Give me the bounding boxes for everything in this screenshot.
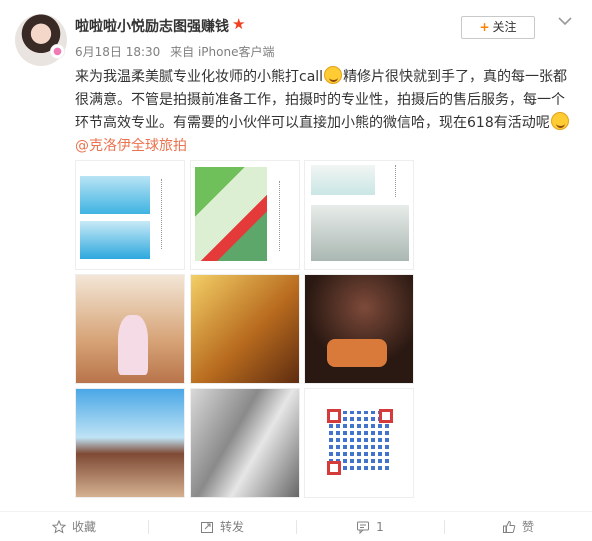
chevron-down-icon[interactable] [556, 14, 574, 28]
post-source: 来自 iPhone客户端 [170, 45, 275, 59]
post-text: 来为我温柔美腻专业化妆师的小熊打call 精修片很快就到手了，真的每一张都很满意。… [75, 66, 575, 135]
star-outline-icon [51, 519, 66, 534]
post-date[interactable]: 6月18日 18:30 [75, 45, 160, 59]
thumbs-up-icon [502, 520, 516, 533]
favorite-button[interactable]: 收藏 [0, 512, 148, 541]
smirk-emoji-icon [324, 66, 343, 84]
photo-thumbnail-8[interactable] [190, 388, 300, 498]
follow-label: 关注 [492, 20, 517, 34]
photo-thumbnail-6[interactable] [304, 274, 414, 384]
vip-star-icon[interactable]: ★ [232, 16, 248, 32]
plus-icon: + [479, 20, 490, 34]
like-button[interactable]: 赞 [444, 512, 592, 541]
photo-thumbnail-4[interactable] [75, 274, 185, 384]
post-meta: 6月18日 18:30 来自 iPhone客户端 [75, 43, 280, 60]
post-text-part1: 来为我温柔美腻专业化妆师的小熊打call [75, 69, 324, 85]
comment-button[interactable]: 1 [296, 512, 444, 541]
photo-thumbnail-3[interactable] [304, 160, 414, 270]
photo-thumbnail-5[interactable] [190, 274, 300, 384]
repost-label: 转发 [219, 520, 244, 534]
repost-button[interactable]: 转发 [148, 512, 296, 541]
follow-button[interactable]: + 关注 [461, 16, 535, 39]
photo-thumbnail-2[interactable] [190, 160, 300, 270]
favorite-label: 收藏 [71, 520, 96, 534]
comment-icon [357, 521, 370, 534]
photo-thumbnail-1[interactable] [75, 160, 185, 270]
gender-badge-icon: ● [50, 44, 65, 59]
repost-icon [200, 521, 213, 533]
like-label: 赞 [521, 520, 534, 534]
mention-link[interactable]: @克洛伊全球旅拍 [75, 135, 187, 155]
qr-code-thumbnail[interactable] [304, 388, 414, 498]
comment-count: 1 [376, 519, 384, 534]
username[interactable]: 啦啦啦小悦励志图强赚钱 [75, 16, 229, 36]
weibo-post-card: ● 啦啦啦小悦励志图强赚钱 ★ 6月18日 18:30 来自 iPhone客户端… [0, 0, 592, 541]
grin-emoji-icon [550, 112, 569, 130]
photo-thumbnail-7[interactable] [75, 388, 185, 498]
